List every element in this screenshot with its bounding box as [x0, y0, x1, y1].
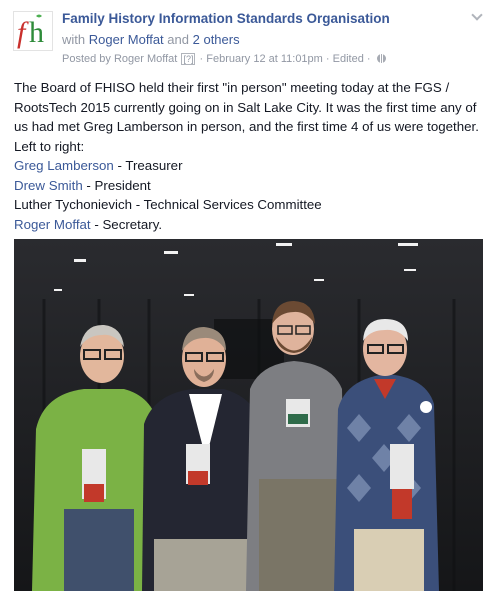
with-line: with Roger Moffat and 2 others [62, 32, 240, 47]
meta-dot: · [366, 53, 371, 65]
person-link-greg[interactable]: Greg Lamberson [14, 158, 114, 173]
page-logo[interactable]: f h [13, 11, 53, 51]
person-link-roger[interactable]: Roger Moffat [14, 217, 91, 232]
role-text: - Secretary. [90, 216, 163, 232]
fh-logo-icon: f h [17, 14, 44, 49]
tagged-person-link[interactable]: Roger Moffat [89, 32, 164, 47]
group-photo-image [14, 239, 483, 591]
person-link-drew[interactable]: Drew Smith [14, 178, 83, 193]
post-intro: The Board of FHISO held their first "in … [14, 80, 479, 154]
meta-dot: · [325, 53, 330, 65]
post-timestamp[interactable]: February 12 at 11:01pm [206, 53, 323, 65]
role-line: Roger Moffat - Secretary. [14, 215, 488, 235]
role-text: - Technical Services Committee [132, 197, 322, 212]
role-line: Drew Smith - President [14, 176, 488, 196]
posted-by[interactable]: Posted by Roger Moffat [62, 53, 177, 65]
posted-by-help[interactable]: [?] [181, 53, 196, 65]
role-text: - President [82, 177, 151, 193]
role-text: - Treasurer [113, 158, 183, 173]
post-meta: Posted by Roger Moffat [?] · February 12… [62, 53, 386, 65]
page-name-link[interactable]: Family History Information Standards Org… [62, 11, 390, 26]
edited-link[interactable]: Edited [333, 53, 364, 65]
post-photo[interactable] [14, 239, 483, 591]
facebook-post: f h Family History Information Standards… [0, 0, 494, 599]
others-link[interactable]: 2 others [193, 32, 240, 47]
svg-text:f: f [17, 16, 29, 49]
with-prefix: with [62, 32, 86, 47]
svg-text:h: h [29, 16, 44, 49]
with-and: and [167, 32, 189, 47]
role-line: Greg Lamberson - Treasurer [14, 156, 488, 176]
post-text: The Board of FHISO held their first "in … [14, 78, 488, 234]
person-name-luther: Luther Tychonievich [14, 197, 133, 212]
meta-dot: · [199, 53, 204, 65]
globe-icon[interactable] [376, 54, 386, 63]
role-line: Luther Tychonievich - Technical Services… [14, 195, 488, 215]
chevron-down-icon[interactable] [472, 12, 482, 22]
